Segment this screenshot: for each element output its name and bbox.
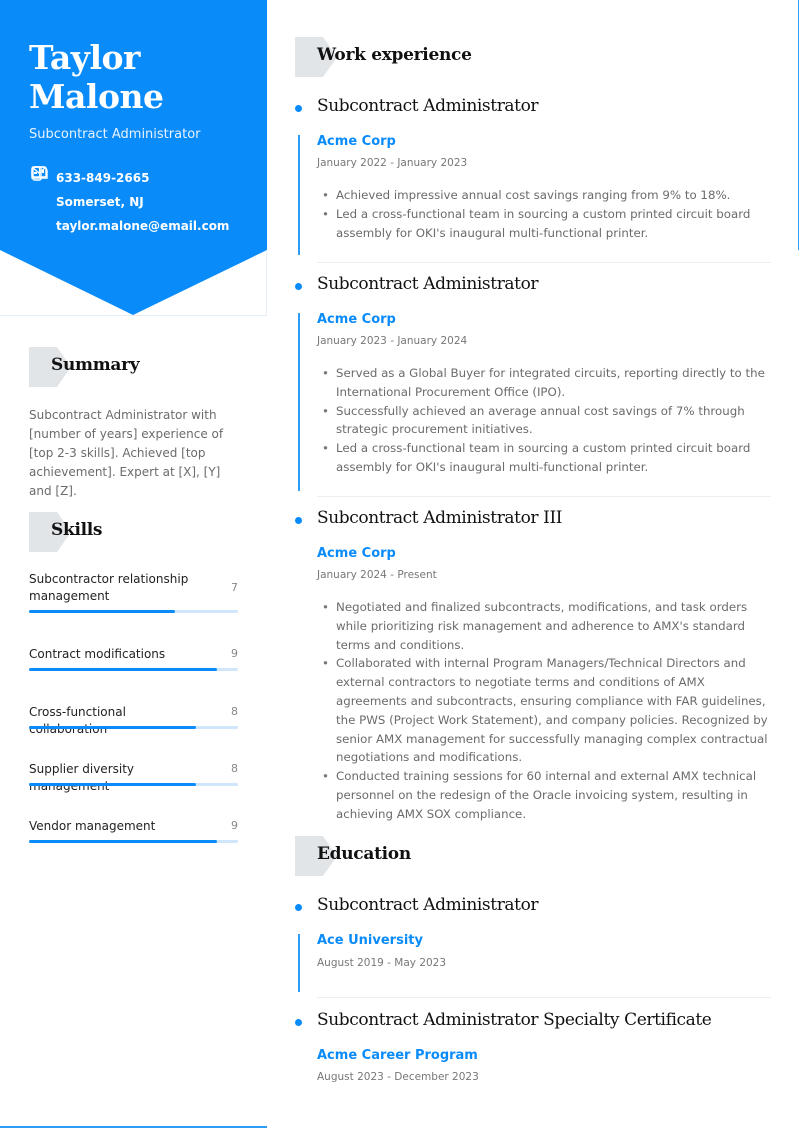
header-edge xyxy=(266,250,267,316)
contact-location: Somerset, NJ xyxy=(31,166,229,214)
skill-bar-track xyxy=(29,610,238,613)
summary-text: Subcontract Administrator with [number o… xyxy=(29,408,224,498)
skill-name: Contract modifications xyxy=(29,647,166,661)
mailbox-icon xyxy=(31,166,49,210)
timeline-bar xyxy=(298,313,300,491)
bullet: Achieved impressive annual cost savings … xyxy=(322,186,776,205)
location-text: Somerset, NJ xyxy=(56,195,144,209)
email-text: taylor.malone@email.com xyxy=(56,219,230,233)
skill-name: Cross-functional collaboration xyxy=(29,705,126,736)
envelope-icon xyxy=(31,166,49,234)
skill-item: Vendor management 9 xyxy=(29,818,238,843)
company-name: Acme Corp xyxy=(317,134,396,149)
company-name: Acme Corp xyxy=(317,546,396,561)
entry-divider xyxy=(317,496,771,497)
job-dates: January 2023 - January 2024 xyxy=(317,335,468,347)
timeline-bar xyxy=(298,934,300,992)
skill-bar-fill xyxy=(29,783,197,786)
timeline-dot xyxy=(295,1019,302,1026)
skill-bar-fill xyxy=(29,726,197,729)
skill-name: Subcontractor relationship management xyxy=(29,572,189,603)
headline: Subcontract Administrator xyxy=(29,127,201,142)
bullet: Successfully achieved an average annual … xyxy=(322,402,776,440)
skill-bar-track xyxy=(29,668,238,671)
degree-title: Subcontract Administrator Specialty Cert… xyxy=(317,1010,712,1030)
skill-item: Contract modifications 9 xyxy=(29,646,238,671)
bullet: Negotiated and finalized subcontracts, m… xyxy=(322,598,776,654)
skills-heading: Skills xyxy=(51,520,103,540)
header-divider xyxy=(0,315,267,316)
bullet: Conducted training sessions for 60 inter… xyxy=(322,767,776,823)
job-dates: January 2022 - January 2023 xyxy=(317,157,468,169)
bullet: Collaborated with internal Program Manag… xyxy=(322,654,776,767)
job-title: Subcontract Administrator III xyxy=(317,508,563,528)
skill-item: Cross-functional collaboration 8 xyxy=(29,704,238,738)
skill-bar-track xyxy=(29,783,238,786)
job-title: Subcontract Administrator xyxy=(317,96,539,116)
last-name: Malone xyxy=(29,77,164,116)
entry-divider xyxy=(317,997,771,998)
skill-level: 7 xyxy=(231,581,238,594)
timeline-bar xyxy=(298,135,300,255)
skill-bar-fill xyxy=(29,840,218,843)
degree-title: Subcontract Administrator xyxy=(317,895,539,915)
company-name: Acme Corp xyxy=(317,312,396,327)
skill-name: Vendor management xyxy=(29,819,156,833)
skill-bar-fill xyxy=(29,610,176,613)
summary-heading: Summary xyxy=(51,355,140,375)
bullet: Led a cross-functional team in sourcing … xyxy=(322,205,776,243)
job-bullets: Achieved impressive annual cost savings … xyxy=(322,186,776,243)
sidebar: Taylor Malone Subcontract Administrator … xyxy=(0,0,267,1128)
job-title: Subcontract Administrator xyxy=(317,274,539,294)
school-name: Acme Career Program xyxy=(317,1048,478,1063)
skill-item: Supplier diversity management 8 xyxy=(29,761,238,795)
candidate-name: Taylor Malone xyxy=(29,38,164,116)
contact-email[interactable]: taylor.malone@email.com xyxy=(31,166,230,238)
contact-list: 633-849-2665 Somerset, NJ taylor.malone@… xyxy=(31,166,229,238)
timeline-dot xyxy=(295,283,302,290)
timeline-dot xyxy=(295,517,302,524)
education-dates: August 2019 - May 2023 xyxy=(317,957,447,969)
skill-name: Supplier diversity management xyxy=(29,762,135,793)
bullet: Led a cross-functional team in sourcing … xyxy=(322,439,776,477)
phone-text: 633-849-2665 xyxy=(56,171,150,185)
first-name: Taylor xyxy=(29,38,140,77)
work-heading: Work experience xyxy=(317,45,472,65)
skill-level: 9 xyxy=(231,647,238,660)
skill-bar-track xyxy=(29,840,238,843)
job-dates: January 2024 - Present xyxy=(317,569,437,581)
job-bullets: Served as a Global Buyer for integrated … xyxy=(322,364,776,477)
skill-level: 8 xyxy=(231,762,238,775)
skill-bar-track xyxy=(29,726,238,729)
page-edge-rule xyxy=(798,0,799,250)
education-heading: Education xyxy=(317,844,411,864)
timeline-dot xyxy=(295,105,302,112)
skill-level: 9 xyxy=(231,819,238,832)
education-dates: August 2023 - December 2023 xyxy=(317,1071,479,1083)
job-bullets: Negotiated and finalized subcontracts, m… xyxy=(322,598,776,824)
skill-level: 8 xyxy=(231,705,238,718)
profile-header: Taylor Malone Subcontract Administrator … xyxy=(0,0,267,316)
entry-divider xyxy=(317,262,771,263)
timeline-dot xyxy=(295,904,302,911)
school-name: Ace University xyxy=(317,933,423,948)
skill-bar-fill xyxy=(29,668,218,671)
contact-phone[interactable]: 633-849-2665 xyxy=(31,166,229,190)
skill-item: Subcontractor relationship management 7 xyxy=(29,571,238,613)
bullet: Served as a Global Buyer for integrated … xyxy=(322,364,776,402)
